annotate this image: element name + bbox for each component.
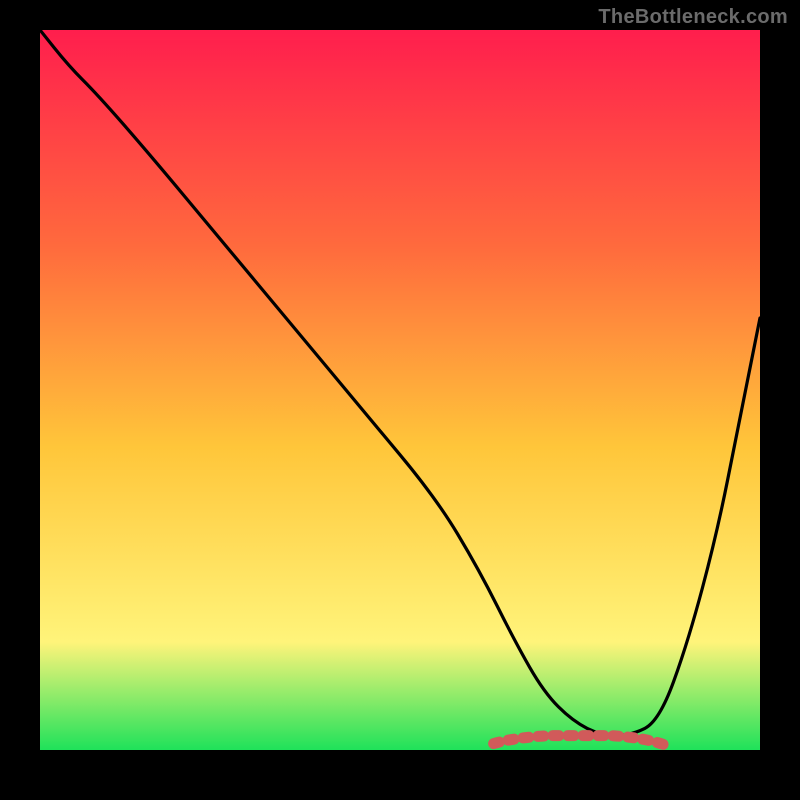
plot-area <box>40 30 760 750</box>
gradient-background <box>40 30 760 750</box>
chart-container: TheBottleneck.com <box>0 0 800 800</box>
bottleneck-chart-svg <box>40 30 760 750</box>
watermark-text: TheBottleneck.com <box>598 6 788 29</box>
